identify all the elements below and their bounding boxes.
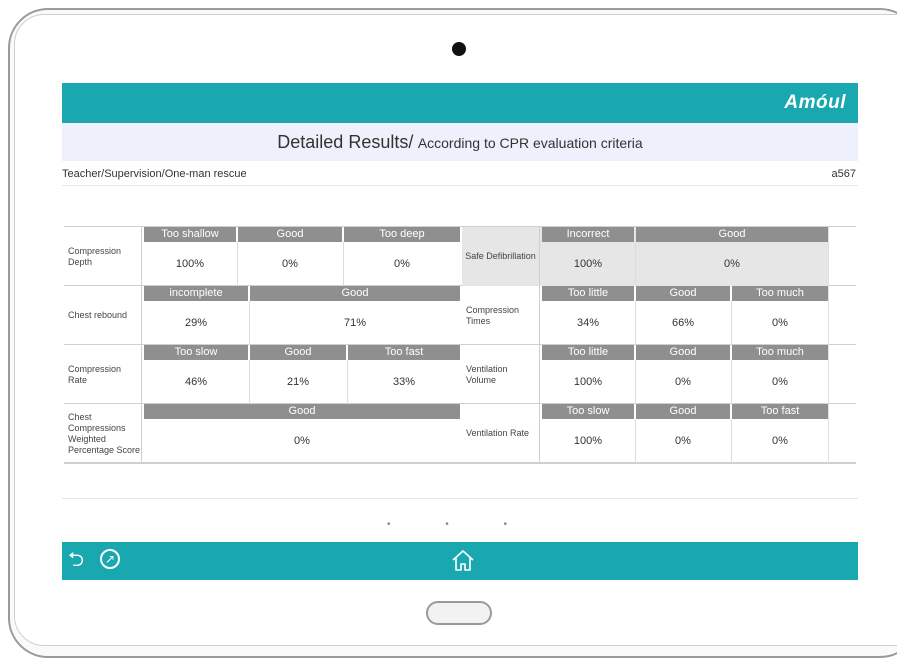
brand-logo: Amóul xyxy=(784,92,846,113)
metric-label: Chest rebound xyxy=(64,286,142,345)
column-head: Good xyxy=(250,345,346,360)
metric-value: 29% xyxy=(184,317,208,329)
bottom-nav-bar: ⮌ ↗ xyxy=(62,542,858,580)
column-head: Too much xyxy=(732,286,828,301)
metric-value: 0% xyxy=(394,258,410,270)
column-head: Incorrect xyxy=(542,227,634,242)
results-row: Chest rebound incomplete Good 29% 71% Co… xyxy=(64,286,856,345)
column-head: Too shallow xyxy=(144,227,236,242)
metric-value: 0% xyxy=(772,376,788,388)
metric-label: Compression Rate xyxy=(64,345,142,404)
column-head: Too fast xyxy=(732,404,828,419)
column-head: Too much xyxy=(732,345,828,360)
column-head: Too deep xyxy=(344,227,460,242)
column-head: Too fast xyxy=(348,345,460,360)
home-icon[interactable] xyxy=(450,548,476,572)
results-grid: Compression Depth Too shallow Good Too d… xyxy=(64,226,856,464)
metric-value: 34% xyxy=(576,317,600,329)
share-icon[interactable]: ↗ xyxy=(100,549,120,569)
page-title: Detailed Results/ According to CPR evalu… xyxy=(62,123,858,161)
metric-value: 71% xyxy=(343,317,367,329)
metric-value: 100% xyxy=(573,258,603,270)
metric-value: 0% xyxy=(772,435,788,447)
session-id: a567 xyxy=(831,168,856,180)
metric-value: 100% xyxy=(573,435,603,447)
breadcrumb: Teacher/Supervision/One-man rescue xyxy=(62,168,247,180)
column-head: Good xyxy=(636,227,828,242)
metric-value: 33% xyxy=(392,376,416,388)
metric-value: 0% xyxy=(675,376,691,388)
metric-value: 0% xyxy=(282,258,298,270)
column-head: Good xyxy=(636,404,730,419)
camera-icon xyxy=(452,42,466,56)
metric-value: 100% xyxy=(573,376,603,388)
separator xyxy=(62,498,858,499)
column-head: Good xyxy=(250,286,460,301)
metric-label: Chest Compressions Weighted Percentage S… xyxy=(64,404,142,463)
metric-label: Safe Defibrillation xyxy=(462,227,540,286)
metric-label: Compression Depth xyxy=(64,227,142,286)
metric-value: 21% xyxy=(286,376,310,388)
column-head: Good xyxy=(636,345,730,360)
title-sub: According to CPR evaluation criteria xyxy=(417,135,643,151)
results-row: Compression Rate Too slow Good Too fast … xyxy=(64,345,856,404)
column-head: Good xyxy=(238,227,342,242)
column-head: Too slow xyxy=(144,345,248,360)
metric-value: 100% xyxy=(175,258,205,270)
top-bar: Amóul xyxy=(62,83,858,123)
column-head: Good xyxy=(636,286,730,301)
app-screen: Amóul Detailed Results/ According to CPR… xyxy=(62,83,858,580)
page-indicator[interactable]: • • • xyxy=(62,519,858,530)
metric-label: Compression Times xyxy=(462,286,540,345)
metric-value: 66% xyxy=(671,317,695,329)
metric-value: 46% xyxy=(184,376,208,388)
metric-value: 0% xyxy=(675,435,691,447)
title-main: Detailed Results/ xyxy=(277,132,414,152)
metric-value: 0% xyxy=(294,435,310,447)
column-head: Too little xyxy=(542,286,634,301)
column-head: Too slow xyxy=(542,404,634,419)
results-row: Chest Compressions Weighted Percentage S… xyxy=(64,404,856,463)
home-button[interactable] xyxy=(426,601,492,625)
results-row: Compression Depth Too shallow Good Too d… xyxy=(64,227,856,286)
grid-gutter xyxy=(828,227,829,463)
metric-label: Ventilation Rate xyxy=(462,404,540,463)
metric-label: Ventilation Volume xyxy=(462,345,540,404)
info-bar: Teacher/Supervision/One-man rescue a567 xyxy=(62,163,858,186)
back-icon[interactable]: ⮌ xyxy=(68,550,84,570)
column-head: incomplete xyxy=(144,286,248,301)
metric-value: 0% xyxy=(724,258,740,270)
metric-value: 0% xyxy=(772,317,788,329)
column-head: Too little xyxy=(542,345,634,360)
column-head: Good xyxy=(144,404,460,419)
